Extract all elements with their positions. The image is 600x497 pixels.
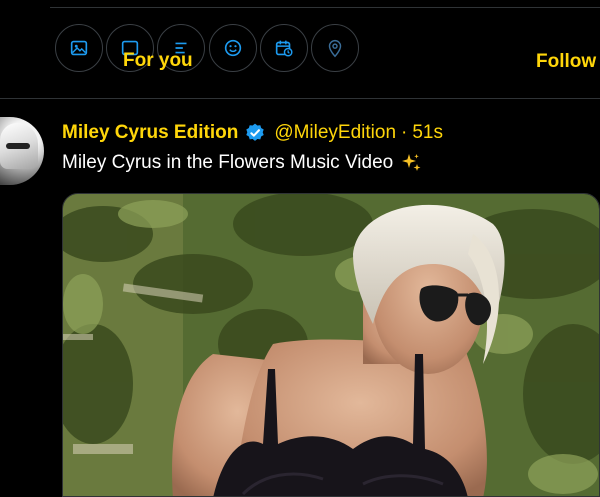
- schedule-post-button[interactable]: [260, 24, 308, 72]
- tab-following[interactable]: Follow: [536, 51, 596, 73]
- post-header: Miley Cyrus Edition @MileyEdition · 51s: [62, 120, 443, 146]
- add-emoji-button[interactable]: [209, 24, 257, 72]
- location-icon: [328, 40, 342, 58]
- timeline-divider: [0, 98, 600, 99]
- meta-separator: ·: [401, 122, 408, 143]
- sparkles-icon: [402, 154, 421, 171]
- post-media-photo[interactable]: [62, 193, 600, 497]
- add-image-button[interactable]: [55, 24, 103, 72]
- photo-image: [63, 194, 599, 496]
- post-text: Miley Cyrus in the Flowers Music Video: [62, 151, 423, 175]
- author-name[interactable]: Miley Cyrus Edition: [62, 122, 238, 144]
- schedule-icon: [275, 40, 293, 57]
- post-body: Miley Cyrus in the Flowers Music Video: [62, 152, 394, 173]
- verified-badge-icon: [246, 123, 265, 141]
- image-icon: [70, 40, 88, 56]
- tab-for-you[interactable]: For you: [123, 50, 193, 72]
- post-timestamp[interactable]: 51s: [412, 122, 443, 144]
- author-handle[interactable]: @MileyEdition: [274, 122, 396, 144]
- avatar[interactable]: [0, 117, 44, 185]
- add-location-button[interactable]: [311, 24, 359, 72]
- top-divider: [50, 7, 600, 8]
- emoji-icon: [224, 39, 242, 57]
